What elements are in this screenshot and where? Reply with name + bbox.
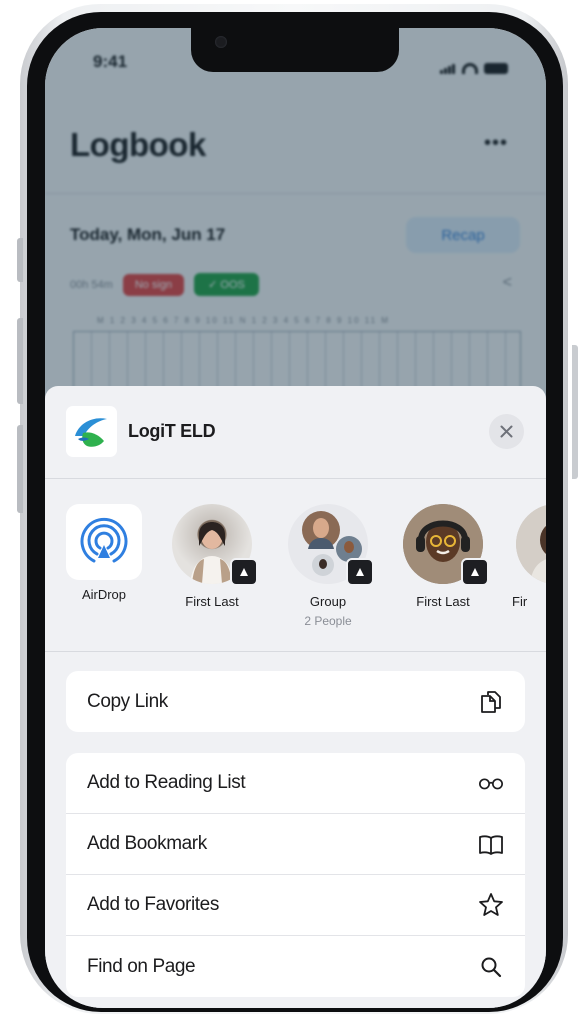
avatar bbox=[172, 504, 258, 586]
star-icon bbox=[478, 892, 504, 918]
power-button bbox=[572, 345, 578, 479]
share-target-contact[interactable]: Fir bbox=[510, 504, 546, 609]
close-icon bbox=[500, 425, 513, 438]
airdrop-badge-icon bbox=[471, 568, 479, 576]
mute-switch bbox=[17, 238, 23, 282]
copy-link-action[interactable]: Copy Link bbox=[66, 671, 525, 732]
avatar bbox=[403, 504, 489, 586]
header-divider bbox=[45, 478, 546, 479]
action-label: Add to Favorites bbox=[87, 894, 219, 915]
messages-app-badge bbox=[230, 558, 258, 586]
share-target-label: First Last bbox=[185, 594, 239, 609]
share-sheet: LogiT ELD AirDrop First Last Group 2 Peo… bbox=[45, 386, 546, 1008]
app-logo-icon bbox=[66, 406, 117, 457]
action-label: Add to Reading List bbox=[87, 772, 246, 793]
add-bookmark-action[interactable]: Add Bookmark bbox=[66, 814, 525, 875]
share-target-label: Fir bbox=[512, 594, 528, 609]
add-to-favorites-action[interactable]: Add to Favorites bbox=[66, 875, 525, 936]
messages-app-badge bbox=[346, 558, 374, 586]
share-target-label: Group bbox=[309, 594, 347, 609]
airdrop-tile bbox=[66, 504, 142, 580]
share-target-label: AirDrop bbox=[81, 587, 127, 602]
share-sheet-header: LogiT ELD bbox=[66, 406, 216, 457]
front-camera bbox=[215, 36, 227, 48]
book-icon bbox=[478, 831, 504, 857]
app-name: LogiT ELD bbox=[128, 421, 216, 441]
action-label: Find on Page bbox=[87, 955, 196, 977]
targets-divider bbox=[45, 651, 546, 652]
share-target-contact[interactable]: First Last bbox=[167, 504, 258, 609]
find-on-page-action[interactable]: Find on Page bbox=[66, 936, 525, 997]
phone-notch bbox=[191, 28, 399, 72]
copy-link-card: Copy Link bbox=[66, 671, 525, 732]
volume-up-button bbox=[17, 318, 23, 404]
action-label: Add Bookmark bbox=[87, 833, 207, 854]
share-targets-row: AirDrop First Last Group 2 People First … bbox=[45, 504, 546, 644]
action-label: Copy Link bbox=[87, 690, 168, 712]
share-target-contact[interactable]: First Last bbox=[398, 504, 489, 609]
glasses-icon bbox=[478, 770, 504, 796]
share-target-label: First Last bbox=[416, 594, 470, 609]
airdrop-badge-icon bbox=[356, 568, 364, 576]
phone-screen: 9:41 Logbook ••• Today, Mon, Jun 17 Reca… bbox=[45, 28, 546, 1008]
search-icon bbox=[478, 954, 504, 980]
copy-icon bbox=[478, 689, 504, 715]
share-target-airdrop[interactable]: AirDrop bbox=[59, 504, 149, 602]
group-avatar bbox=[288, 504, 374, 586]
close-button[interactable] bbox=[489, 414, 524, 449]
avatar bbox=[516, 504, 546, 584]
actions-card: Add to Reading List Add Bookmark Add to … bbox=[66, 753, 525, 997]
add-to-reading-list-action[interactable]: Add to Reading List bbox=[66, 753, 525, 814]
volume-down-button bbox=[17, 425, 23, 513]
messages-app-badge bbox=[461, 558, 489, 586]
airdrop-badge-icon bbox=[240, 568, 248, 576]
share-target-sublabel: 2 People bbox=[304, 614, 352, 628]
share-target-group[interactable]: Group 2 People bbox=[283, 504, 374, 628]
airdrop-icon bbox=[80, 517, 128, 563]
